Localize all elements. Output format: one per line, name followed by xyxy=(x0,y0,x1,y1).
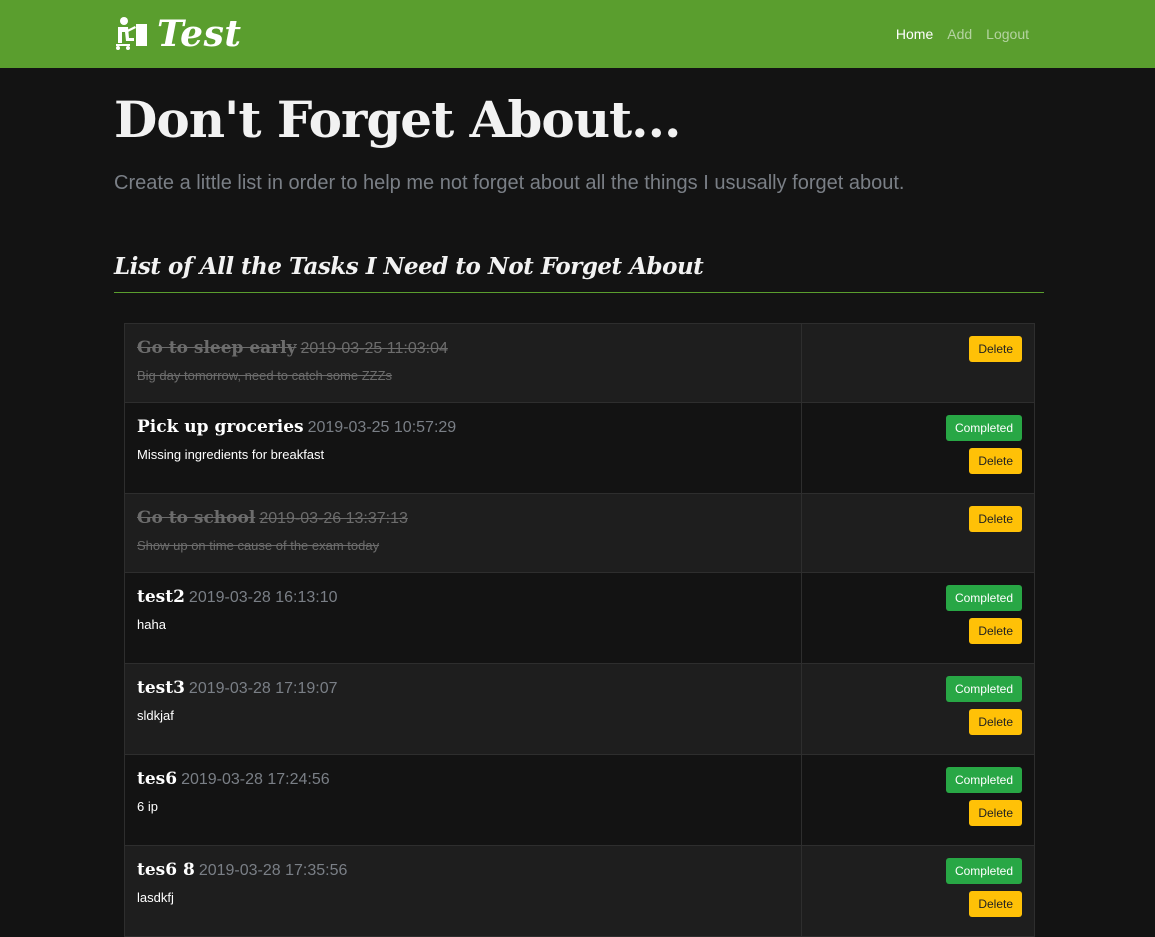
completed-button[interactable]: Completed xyxy=(945,676,1022,702)
task-description: Big day tomorrow, need to catch some ZZZ… xyxy=(137,368,393,383)
task-info: test2 2019-03-28 16:13:10 haha xyxy=(124,572,802,664)
task-row: Go to school 2019-03-26 13:37:13 Show up… xyxy=(124,493,1035,573)
task-actions: Completed Delete xyxy=(801,845,1035,937)
task-date: 2019-03-25 10:57:29 xyxy=(307,419,457,436)
delete-button[interactable]: Delete xyxy=(969,709,1022,735)
task-name: test2 xyxy=(137,587,185,607)
task-name: Pick up groceries xyxy=(137,417,304,437)
completed-button[interactable]: Completed xyxy=(945,858,1022,884)
delete-button[interactable]: Delete xyxy=(969,506,1022,532)
delete-button[interactable]: Delete xyxy=(969,448,1022,474)
task-name: test3 xyxy=(137,678,185,698)
task-actions: Completed Delete xyxy=(801,572,1035,664)
completed-button[interactable]: Completed xyxy=(945,585,1022,611)
nav-links: Home Add Logout xyxy=(889,26,1036,42)
delete-button[interactable]: Delete xyxy=(969,336,1022,362)
task-date: 2019-03-25 11:03:04 xyxy=(300,340,448,357)
task-name: tes6 8 xyxy=(137,860,195,880)
task-info: Go to sleep early 2019-03-25 11:03:04 Bi… xyxy=(124,323,802,403)
task-row: test3 2019-03-28 17:19:07 sldkjaf Comple… xyxy=(124,663,1035,755)
brand-name: Test xyxy=(157,13,242,55)
task-name: Go to sleep early xyxy=(137,338,297,358)
person-at-desk-icon xyxy=(113,16,149,52)
completed-button[interactable]: Completed xyxy=(945,415,1022,441)
task-row: tes6 2019-03-28 17:24:56 6 ip Completed … xyxy=(124,754,1035,846)
task-description: Show up on time cause of the exam today xyxy=(137,538,380,553)
task-info: Go to school 2019-03-26 13:37:13 Show up… xyxy=(124,493,802,573)
task-info: tes6 8 2019-03-28 17:35:56 lasdkfj xyxy=(124,845,802,937)
task-name: Go to school xyxy=(137,508,256,528)
nav-link-add[interactable]: Add xyxy=(940,26,979,42)
task-actions: Completed Delete xyxy=(801,754,1035,846)
task-actions: Delete xyxy=(801,493,1035,573)
task-description: sldkjaf xyxy=(137,708,174,723)
task-date: 2019-03-26 13:37:13 xyxy=(259,510,408,527)
task-row: Go to sleep early 2019-03-25 11:03:04 Bi… xyxy=(124,323,1035,403)
navbar: Test Home Add Logout xyxy=(0,0,1155,68)
task-description: lasdkfj xyxy=(137,890,174,905)
task-row: test2 2019-03-28 16:13:10 haha Completed… xyxy=(124,572,1035,664)
task-row: tes6 8 2019-03-28 17:35:56 lasdkfj Compl… xyxy=(124,845,1035,937)
task-date: 2019-03-28 17:35:56 xyxy=(198,862,348,879)
section-title: List of All the Tasks I Need to Not Forg… xyxy=(114,253,1044,293)
task-actions: Completed Delete xyxy=(801,402,1035,494)
main-container: Don't Forget About... Create a little li… xyxy=(0,88,1155,937)
delete-button[interactable]: Delete xyxy=(969,800,1022,826)
task-date: 2019-03-28 17:19:07 xyxy=(188,680,338,697)
task-name: tes6 xyxy=(137,769,178,789)
task-date: 2019-03-28 16:13:10 xyxy=(188,589,338,606)
delete-button[interactable]: Delete xyxy=(969,618,1022,644)
completed-button[interactable]: Completed xyxy=(945,767,1022,793)
task-table: Go to sleep early 2019-03-25 11:03:04 Bi… xyxy=(124,323,1035,937)
task-description: 6 ip xyxy=(137,799,158,814)
task-info: test3 2019-03-28 17:19:07 sldkjaf xyxy=(124,663,802,755)
task-description: Missing ingredients for breakfast xyxy=(137,447,325,462)
page-lead: Create a little list in order to help me… xyxy=(114,172,905,194)
task-info: Pick up groceries 2019-03-25 10:57:29 Mi… xyxy=(124,402,802,494)
delete-button[interactable]: Delete xyxy=(969,891,1022,917)
brand-link[interactable]: Test xyxy=(113,13,241,55)
task-actions: Delete xyxy=(801,323,1035,403)
nav-link-logout[interactable]: Logout xyxy=(979,26,1036,42)
nav-link-home[interactable]: Home xyxy=(889,26,940,42)
task-date: 2019-03-28 17:24:56 xyxy=(181,771,330,788)
task-description: haha xyxy=(137,617,166,632)
task-info: tes6 2019-03-28 17:24:56 6 ip xyxy=(124,754,802,846)
task-actions: Completed Delete xyxy=(801,663,1035,755)
task-row: Pick up groceries 2019-03-25 10:57:29 Mi… xyxy=(124,402,1035,494)
page-title: Don't Forget About... xyxy=(114,90,681,149)
